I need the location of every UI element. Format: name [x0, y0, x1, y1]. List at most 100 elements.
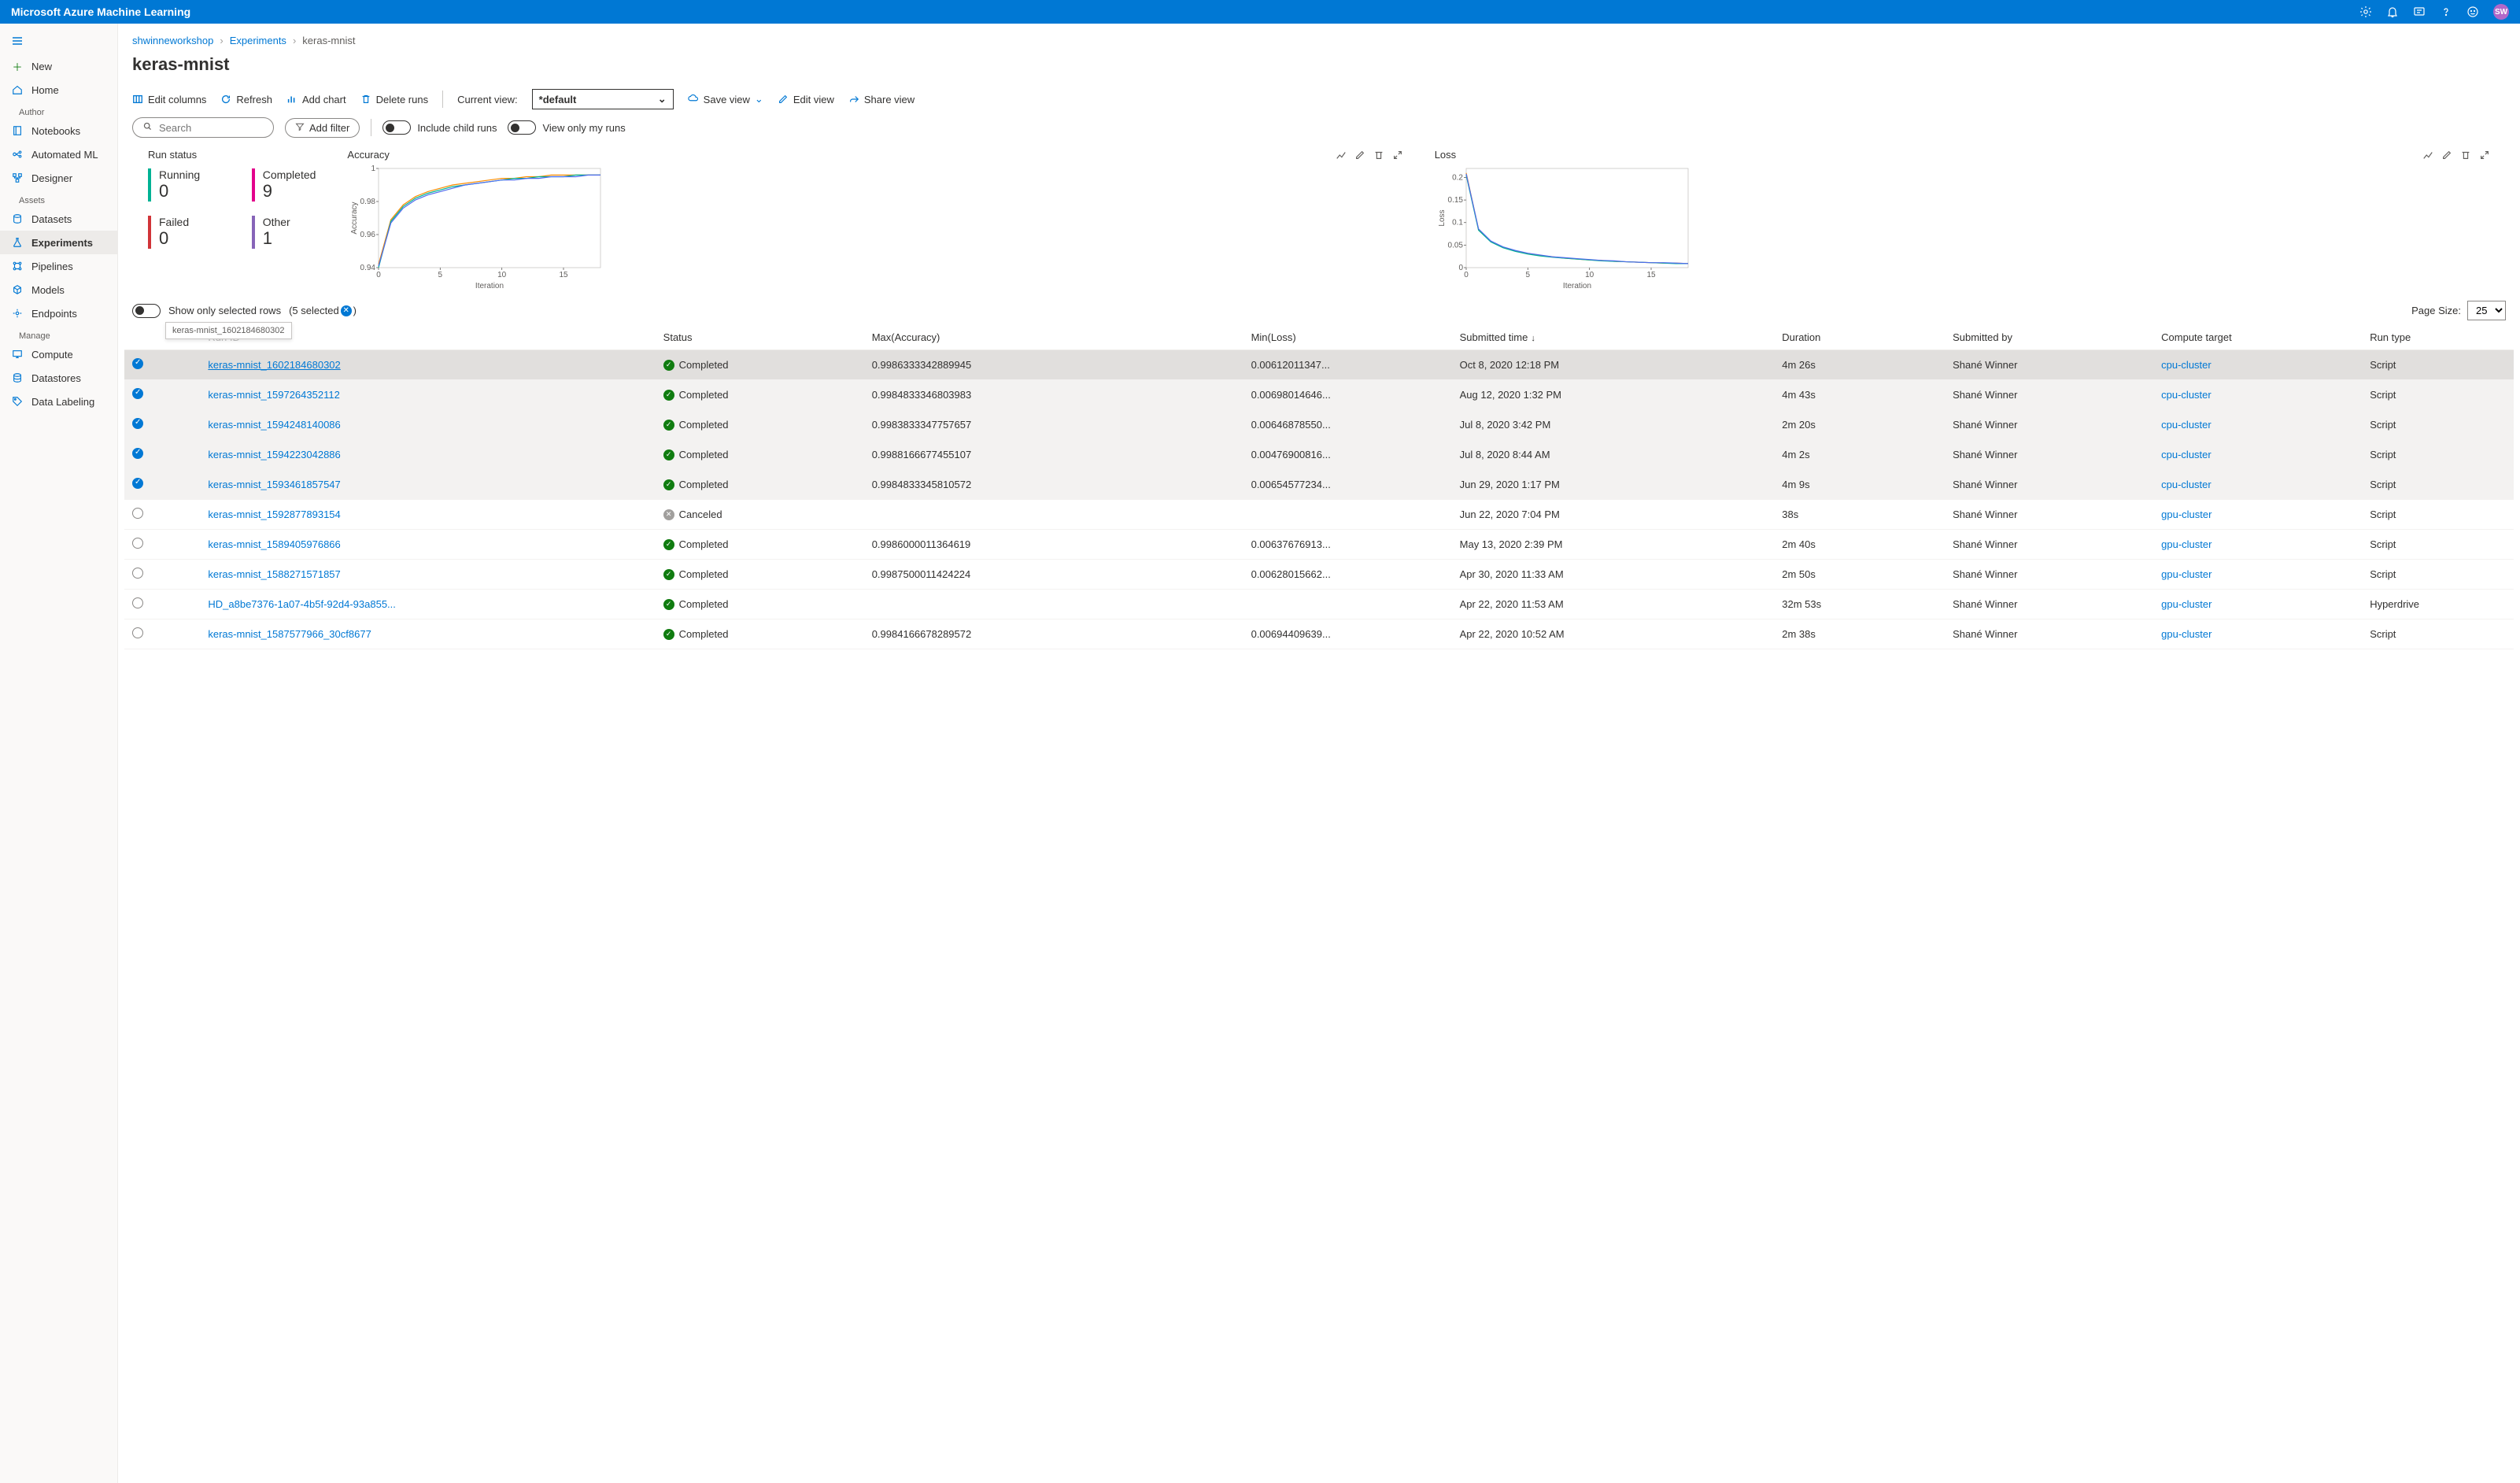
run-id-link[interactable]: keras-mnist_1588271571857	[208, 568, 340, 580]
col-submitted[interactable]: Submitted time	[1452, 325, 1775, 350]
table-row[interactable]: keras-mnist_1594223042886✓Completed0.998…	[124, 440, 2514, 470]
only-my-toggle-wrap: View only my runs	[508, 120, 625, 135]
col-submitted-by[interactable]: Submitted by	[1945, 325, 2153, 350]
feedback-icon[interactable]	[2413, 6, 2426, 18]
avatar[interactable]: SW	[2493, 4, 2509, 20]
add-filter-button[interactable]: Add filter	[285, 118, 360, 138]
run-id-link[interactable]: keras-mnist_1597264352112	[208, 389, 339, 401]
trash-icon[interactable]	[1373, 150, 1384, 161]
crumb-workspace[interactable]: shwinneworkshop	[132, 35, 213, 46]
search-icon	[142, 121, 153, 134]
compute-link[interactable]: cpu-cluster	[2161, 449, 2211, 460]
search-input[interactable]	[159, 122, 297, 134]
cell-compute: cpu-cluster	[2153, 380, 2362, 410]
share-view-button[interactable]: Share view	[848, 94, 915, 105]
run-id-link[interactable]: keras-mnist_1593461857547	[208, 479, 340, 490]
clear-selection-icon[interactable]: ✕	[341, 305, 352, 316]
compute-link[interactable]: cpu-cluster	[2161, 359, 2211, 371]
table-row[interactable]: keras-mnist_1592877893154✕CanceledJun 22…	[124, 500, 2514, 530]
pencil-icon[interactable]	[1354, 150, 1365, 161]
edit-view-button[interactable]: Edit view	[778, 94, 834, 105]
chart-type-icon[interactable]	[2422, 150, 2433, 161]
sidebar-item-pipelines[interactable]: Pipelines	[0, 254, 117, 278]
refresh-button[interactable]: Refresh	[220, 94, 272, 105]
compute-link[interactable]: gpu-cluster	[2161, 509, 2211, 520]
row-checkbox[interactable]	[124, 440, 200, 470]
compute-link[interactable]: gpu-cluster	[2161, 568, 2211, 580]
current-view-label: Current view:	[457, 94, 518, 105]
smile-icon[interactable]	[2466, 6, 2479, 18]
col-loss[interactable]: Min(Loss)	[1243, 325, 1452, 350]
row-checkbox[interactable]	[124, 530, 200, 560]
sidebar-item-labeling[interactable]: Data Labeling	[0, 390, 117, 413]
compute-link[interactable]: cpu-cluster	[2161, 419, 2211, 431]
cell-run-id: HD_a8be7376-1a07-4b5f-92d4-93a855...	[200, 590, 655, 619]
table-row[interactable]: keras-mnist_1602184680302✓Completed0.998…	[124, 350, 2514, 380]
sidebar-item-datasets[interactable]: Datasets	[0, 207, 117, 231]
row-checkbox[interactable]	[124, 619, 200, 649]
compute-link[interactable]: gpu-cluster	[2161, 628, 2211, 640]
row-checkbox[interactable]	[124, 560, 200, 590]
gear-icon[interactable]	[2359, 6, 2372, 18]
save-view-button[interactable]: Save view⌄	[688, 93, 763, 105]
col-accuracy[interactable]: Max(Accuracy)	[864, 325, 1243, 350]
delete-runs-button[interactable]: Delete runs	[360, 94, 428, 105]
row-checkbox[interactable]	[124, 590, 200, 619]
run-id-link[interactable]: keras-mnist_1592877893154	[208, 509, 340, 520]
sidebar-item-compute[interactable]: Compute	[0, 342, 117, 366]
table-row[interactable]: keras-mnist_1587577966_30cf8677✓Complete…	[124, 619, 2514, 649]
bell-icon[interactable]	[2386, 6, 2399, 18]
compute-link[interactable]: gpu-cluster	[2161, 598, 2211, 610]
table-row[interactable]: keras-mnist_1588271571857✓Completed0.998…	[124, 560, 2514, 590]
row-checkbox[interactable]	[124, 380, 200, 410]
cell-run-id: keras-mnist_1589405976866	[200, 530, 655, 560]
table-row[interactable]: keras-mnist_1597264352112✓Completed0.998…	[124, 380, 2514, 410]
compute-link[interactable]: cpu-cluster	[2161, 479, 2211, 490]
add-chart-button[interactable]: Add chart	[286, 94, 346, 105]
search-input-wrap[interactable]	[132, 117, 274, 138]
expand-icon[interactable]	[1392, 150, 1403, 161]
sidebar-item-new[interactable]: ＋New	[0, 54, 117, 78]
sidebar-item-designer[interactable]: Designer	[0, 166, 117, 190]
run-id-link[interactable]: HD_a8be7376-1a07-4b5f-92d4-93a855...	[208, 598, 396, 610]
run-id-link[interactable]: keras-mnist_1594223042886	[208, 449, 340, 460]
table-row[interactable]: HD_a8be7376-1a07-4b5f-92d4-93a855...✓Com…	[124, 590, 2514, 619]
sidebar-item-endpoints[interactable]: Endpoints	[0, 301, 117, 325]
table-row[interactable]: keras-mnist_1594248140086✓Completed0.998…	[124, 410, 2514, 440]
run-id-link[interactable]: keras-mnist_1602184680302	[208, 359, 340, 371]
only-my-toggle[interactable]	[508, 120, 536, 135]
table-row[interactable]: keras-mnist_1589405976866✓Completed0.998…	[124, 530, 2514, 560]
trash-icon[interactable]	[2460, 150, 2471, 161]
sidebar-item-automl[interactable]: Automated ML	[0, 142, 117, 166]
col-duration[interactable]: Duration	[1774, 325, 1945, 350]
compute-link[interactable]: gpu-cluster	[2161, 538, 2211, 550]
run-id-link[interactable]: keras-mnist_1589405976866	[208, 538, 340, 550]
row-checkbox[interactable]	[124, 470, 200, 500]
run-id-link[interactable]: keras-mnist_1594248140086	[208, 419, 340, 431]
col-status[interactable]: Status	[656, 325, 864, 350]
crumb-experiments[interactable]: Experiments	[230, 35, 286, 46]
help-icon[interactable]	[2440, 6, 2452, 18]
view-select[interactable]: *default⌄	[532, 89, 674, 109]
page-size-select[interactable]: 25	[2467, 301, 2506, 320]
sidebar-item-home[interactable]: Home	[0, 78, 117, 102]
include-child-toggle[interactable]	[382, 120, 411, 135]
sidebar-item-models[interactable]: Models	[0, 278, 117, 301]
row-checkbox[interactable]	[124, 500, 200, 530]
run-id-link[interactable]: keras-mnist_1587577966_30cf8677	[208, 628, 371, 640]
sidebar-item-experiments[interactable]: Experiments	[0, 231, 117, 254]
expand-icon[interactable]	[2479, 150, 2490, 161]
chart-type-icon[interactable]	[1336, 150, 1347, 161]
sidebar-item-datastores[interactable]: Datastores	[0, 366, 117, 390]
row-checkbox[interactable]	[124, 350, 200, 380]
col-run-type[interactable]: Run type	[2362, 325, 2514, 350]
row-checkbox[interactable]	[124, 410, 200, 440]
sidebar-item-notebooks[interactable]: Notebooks	[0, 119, 117, 142]
show-selected-toggle[interactable]	[132, 304, 161, 318]
table-row[interactable]: keras-mnist_1593461857547✓Completed0.998…	[124, 470, 2514, 500]
hamburger-icon[interactable]	[0, 30, 117, 54]
col-compute[interactable]: Compute target	[2153, 325, 2362, 350]
compute-link[interactable]: cpu-cluster	[2161, 389, 2211, 401]
pencil-icon[interactable]	[2441, 150, 2452, 161]
edit-columns-button[interactable]: Edit columns	[132, 94, 206, 105]
